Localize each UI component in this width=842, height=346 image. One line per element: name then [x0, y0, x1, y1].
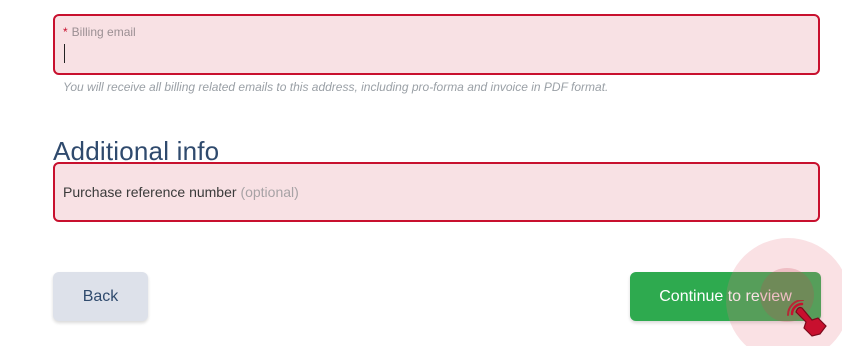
billing-email-help-text: You will receive all billing related ema… — [63, 80, 609, 94]
required-asterisk: * — [63, 25, 68, 39]
continue-to-review-button[interactable]: Continue to review — [630, 272, 821, 321]
purchase-reference-field[interactable]: Purchase reference number (optional) — [53, 162, 820, 222]
text-caret — [64, 44, 65, 63]
optional-tag: (optional) — [240, 184, 299, 200]
back-button[interactable]: Back — [53, 272, 148, 321]
billing-email-field[interactable]: * Billing email — [53, 14, 820, 75]
billing-email-label-text: Billing email — [71, 25, 136, 39]
purchase-reference-label: Purchase reference number (optional) — [63, 184, 299, 200]
billing-email-label: * Billing email — [63, 25, 136, 39]
purchase-reference-label-text: Purchase reference number — [63, 184, 237, 200]
billing-form-page: * Billing email You will receive all bill… — [0, 0, 842, 346]
